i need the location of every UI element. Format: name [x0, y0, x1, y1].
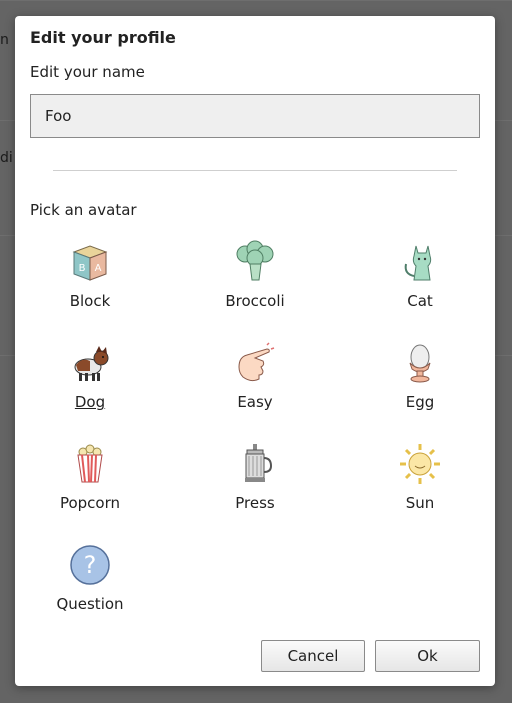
avatar-label: Press: [235, 494, 275, 512]
question-icon: ?: [70, 545, 110, 585]
avatar-label: Cat: [407, 292, 433, 310]
avatar-option-question[interactable]: ? Question: [15, 539, 165, 629]
dog-icon: [74, 346, 109, 381]
avatar-label: Dog: [74, 393, 106, 411]
avatar-label: Sun: [405, 494, 435, 512]
popcorn-icon: [77, 444, 103, 483]
ok-button[interactable]: Ok: [375, 640, 480, 672]
name-label: Edit your name: [30, 63, 145, 81]
avatar-label: Easy: [237, 393, 273, 411]
svg-text:A: A: [95, 263, 102, 274]
broccoli-icon: [236, 240, 274, 281]
background-divider: [0, 0, 512, 1]
avatar-label: Popcorn: [59, 494, 121, 512]
dialog-title: Edit your profile: [30, 28, 176, 47]
avatar-option-sun[interactable]: Sun: [345, 438, 495, 528]
divider: [53, 170, 457, 171]
avatar-option-egg[interactable]: Egg: [345, 337, 495, 427]
avatar-label: Question: [56, 595, 124, 613]
egg-icon: [409, 344, 431, 383]
avatar-label: Block: [69, 292, 111, 310]
avatar-option-dog[interactable]: Dog: [15, 337, 165, 427]
avatar-option-cat[interactable]: Cat: [345, 236, 495, 326]
cancel-button[interactable]: Cancel: [261, 640, 365, 672]
cat-icon: [404, 245, 432, 281]
name-input[interactable]: [30, 94, 480, 138]
press-icon: [245, 444, 273, 482]
svg-text:?: ?: [84, 551, 97, 579]
avatar-option-press[interactable]: Press: [180, 438, 330, 528]
background-text: di: [0, 150, 13, 166]
background-text: n: [0, 32, 9, 48]
easy-hand-icon: [238, 342, 275, 382]
avatar-option-block[interactable]: B A Block: [15, 236, 165, 326]
svg-text:B: B: [79, 263, 86, 274]
avatar-label: Broccoli: [225, 292, 285, 310]
block-icon: B A: [72, 245, 108, 281]
avatar-label: Egg: [405, 393, 435, 411]
avatar-section-label: Pick an avatar: [30, 201, 137, 219]
edit-profile-dialog: Edit your profile Edit your name Pick an…: [15, 16, 495, 686]
avatar-option-popcorn[interactable]: Popcorn: [15, 438, 165, 528]
avatar-option-broccoli[interactable]: Broccoli: [180, 236, 330, 326]
avatar-option-easy[interactable]: Easy: [180, 337, 330, 427]
sun-icon: [400, 444, 440, 484]
